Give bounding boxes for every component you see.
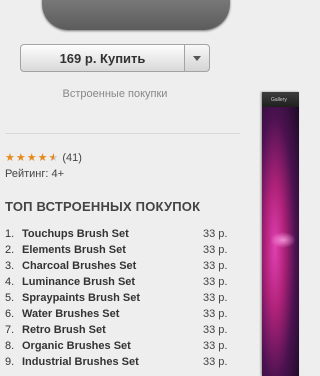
- list-item: 8. Organic Brushes Set 33 р.: [5, 338, 255, 354]
- item-name: Water Brushes Set: [22, 308, 120, 320]
- item-number: 9.: [5, 356, 15, 368]
- rating-row[interactable]: ★ ★ ★ ★ ★ (41): [5, 152, 82, 164]
- list-item: 3. Charcoal Brushes Set 33 р.: [5, 258, 255, 274]
- item-price: 33 р.: [203, 356, 228, 368]
- item-number: 5.: [5, 292, 15, 304]
- item-price: 33 р.: [203, 308, 228, 320]
- list-item: 9. Industrial Brushes Set 33 р.: [5, 354, 255, 370]
- item-name: Industrial Brushes Set: [22, 356, 139, 368]
- app-icon: [42, 0, 230, 30]
- item-price: 33 р.: [203, 244, 228, 256]
- list-item: 5. Spraypaints Brush Set 33 р.: [5, 290, 255, 306]
- rating-count: (41): [62, 152, 82, 164]
- item-number: 7.: [5, 324, 15, 336]
- item-name: Touchups Brush Set: [22, 228, 129, 240]
- item-name: Spraypaints Brush Set: [22, 292, 140, 304]
- half-star-icon: ★: [48, 151, 59, 164]
- item-price: 33 р.: [203, 228, 228, 240]
- screenshot-glow: [270, 232, 296, 248]
- item-number: 3.: [5, 260, 15, 272]
- item-name: Organic Brushes Set: [22, 340, 131, 352]
- item-number: 1.: [5, 228, 15, 240]
- buy-button[interactable]: 169 р. Купить: [20, 44, 184, 72]
- screenshot-toolbar: Gallery: [262, 92, 299, 107]
- item-price: 33 р.: [203, 324, 228, 336]
- star-icon: ★: [37, 151, 48, 164]
- item-number: 6.: [5, 308, 15, 320]
- app-screenshot[interactable]: Gallery: [262, 92, 299, 376]
- list-item: 1. Touchups Brush Set 33 р.: [5, 226, 255, 242]
- item-number: 8.: [5, 340, 15, 352]
- item-price: 33 р.: [203, 292, 228, 304]
- chevron-down-icon: [193, 55, 201, 61]
- item-number: 4.: [5, 276, 15, 288]
- section-title: ТОП ВСТРОЕННЫХ ПОКУПОК: [5, 199, 201, 214]
- in-app-purchases-note: Встроенные покупки: [62, 88, 168, 100]
- list-item: 6. Water Brushes Set 33 р.: [5, 306, 255, 322]
- item-price: 33 р.: [203, 276, 228, 288]
- divider: [5, 133, 240, 134]
- top-iap-list: 1. Touchups Brush Set 33 р. 2. Elements Bru…: [5, 226, 255, 370]
- item-name: Luminance Brush Set: [22, 276, 136, 288]
- list-item: 4. Luminance Brush Set 33 р.: [5, 274, 255, 290]
- list-item: 7. Retro Brush Set 33 р.: [5, 322, 255, 338]
- star-rating: ★ ★ ★ ★ ★: [5, 151, 59, 164]
- buy-dropdown-button[interactable]: [184, 44, 210, 72]
- buy-button-group: 169 р. Купить: [20, 44, 210, 72]
- item-price: 33 р.: [203, 260, 228, 272]
- star-icon: ★: [26, 151, 37, 164]
- screenshot-toolbar-label: Gallery: [271, 97, 287, 103]
- list-item: 2. Elements Brush Set 33 р.: [5, 242, 255, 258]
- star-icon: ★: [5, 151, 15, 164]
- item-number: 2.: [5, 244, 15, 256]
- age-rating: Рейтинг: 4+: [5, 168, 65, 180]
- item-name: Elements Brush Set: [22, 244, 126, 256]
- item-name: Charcoal Brushes Set: [22, 260, 137, 272]
- star-icon: ★: [15, 151, 26, 164]
- item-name: Retro Brush Set: [22, 324, 106, 336]
- item-price: 33 р.: [203, 340, 228, 352]
